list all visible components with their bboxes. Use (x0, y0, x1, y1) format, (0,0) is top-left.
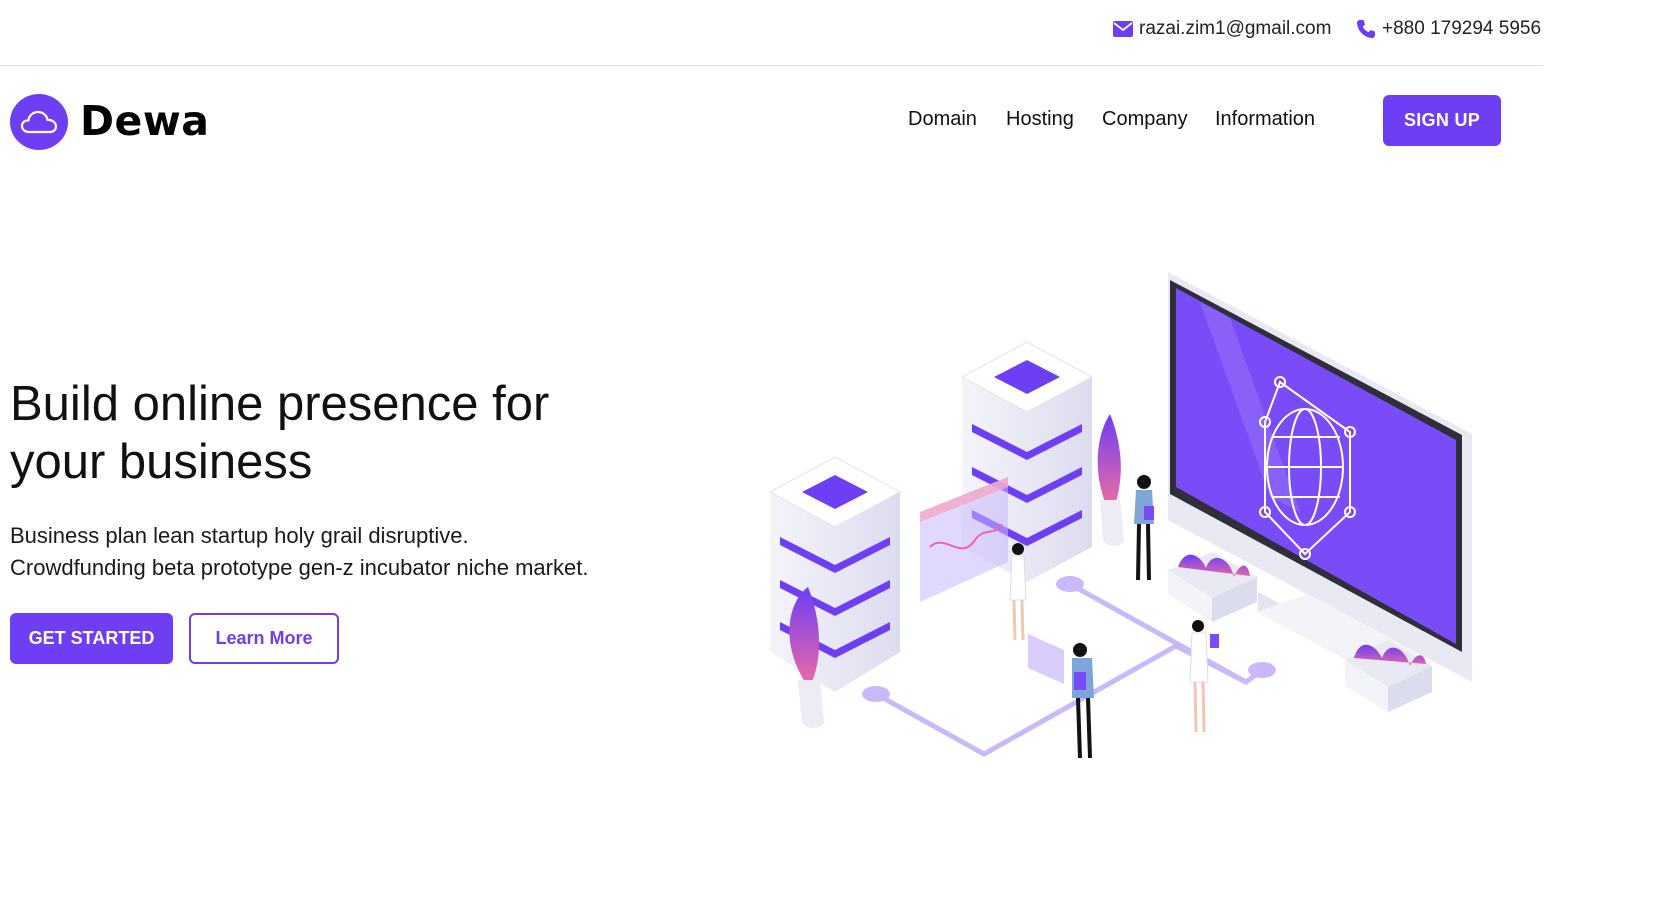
envelope-icon (1113, 21, 1133, 37)
person-with-tablet (1134, 475, 1154, 581)
chart-panel (920, 477, 1008, 602)
phone-icon (1357, 20, 1375, 38)
server-tower-left (768, 456, 902, 692)
flower-box-right (1168, 552, 1257, 622)
hero-subtitle: Business plan lean startup holy grail di… (10, 520, 650, 584)
nav-hosting[interactable]: Hosting (1006, 108, 1074, 131)
nav-information[interactable]: Information (1215, 108, 1315, 131)
get-started-button[interactable]: GET STARTED (10, 613, 173, 664)
person-woman (1189, 620, 1219, 733)
top-contact-bar: razai.zim1@gmail.com +880 179294 5956 (0, 0, 1543, 66)
hero-subtitle-line1: Business plan lean startup holy grail di… (10, 523, 469, 548)
email-text[interactable]: razai.zim1@gmail.com (1139, 18, 1331, 40)
sign-up-button[interactable]: SIGN UP (1383, 95, 1501, 146)
person-pointing (1009, 543, 1027, 641)
node-dot (1248, 662, 1276, 678)
hero-illustration (768, 272, 1472, 759)
hero-subtitle-line2: Crowdfunding beta prototype gen-z incuba… (10, 555, 589, 580)
logo-badge[interactable] (10, 94, 68, 150)
email-contact[interactable]: razai.zim1@gmail.com (1113, 18, 1331, 40)
nav-company[interactable]: Company (1102, 108, 1188, 131)
person-with-chart (1028, 634, 1094, 759)
node-dot (1056, 576, 1084, 592)
nav-domain[interactable]: Domain (908, 108, 977, 131)
plant-middle (1097, 414, 1124, 546)
hero-title: Build online presence for your business (10, 377, 550, 489)
learn-more-button[interactable]: Learn More (189, 613, 339, 664)
node-dot (862, 686, 890, 702)
cloud-icon (20, 110, 58, 134)
phone-text[interactable]: +880 179294 5956 (1382, 18, 1541, 40)
brand-name[interactable]: Dewa (80, 97, 209, 145)
phone-contact[interactable]: +880 179294 5956 (1356, 18, 1541, 40)
